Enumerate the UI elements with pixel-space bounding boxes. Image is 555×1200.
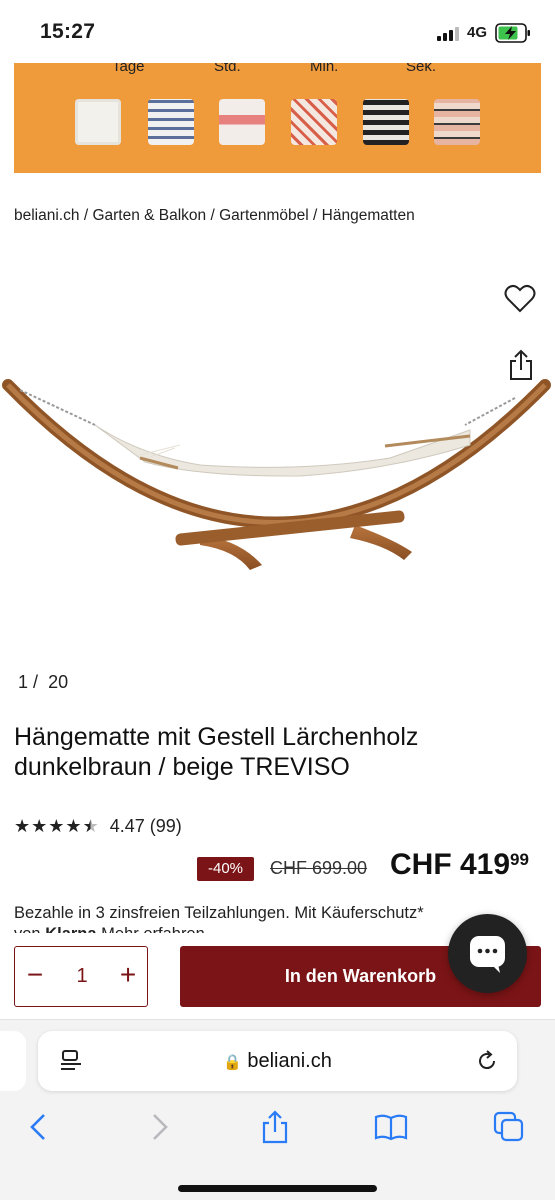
quantity-increase-button[interactable]: + [109, 947, 147, 1005]
signal-icon [437, 27, 459, 41]
star-partial-icon: ★ [82, 815, 99, 836]
product-title: Hängematte mit Gestell Lärchenholz dunke… [14, 723, 419, 781]
old-price: CHF 699.00 [270, 858, 368, 878]
discount-badge: -40% [197, 857, 254, 881]
star-full-icon: ★ [14, 815, 31, 836]
product-rating[interactable]: ★ ★ ★ ★ ★ 4.47 (99) [14, 814, 182, 838]
status-time: 15:27 [40, 20, 96, 43]
tabs-icon[interactable] [492, 1110, 526, 1144]
browser-toolbar: 🔒 beliani.ch [0, 1019, 555, 1200]
countdown-label-hours: Std. [214, 63, 241, 75]
chat-button[interactable] [448, 914, 527, 993]
breadcrumb-garden-furniture[interactable]: Gartenmöbel [219, 207, 309, 224]
breadcrumb-home[interactable]: beliani.ch [14, 207, 80, 224]
breadcrumb: beliani.ch / Garten & Balkon / Gartenmöb… [14, 207, 415, 224]
pillow-image-3 [219, 99, 265, 145]
product-image-hammock[interactable] [0, 240, 555, 660]
bookmarks-icon[interactable] [374, 1110, 408, 1144]
current-price: CHF 41999 [390, 848, 529, 881]
address-bar[interactable]: 🔒 beliani.ch [38, 1031, 517, 1091]
lock-icon: 🔒 [223, 1054, 242, 1071]
reload-icon[interactable] [475, 1049, 499, 1073]
url-text: 🔒 beliani.ch [223, 1050, 332, 1072]
forward-icon[interactable] [142, 1110, 176, 1144]
home-indicator [178, 1185, 377, 1192]
quantity-value[interactable]: 1 [55, 947, 109, 1005]
gallery-counter: 1 / 20 [18, 672, 69, 692]
network-type: 4G [467, 24, 488, 41]
wishlist-heart-icon[interactable] [504, 284, 536, 314]
share-sheet-icon[interactable] [258, 1110, 292, 1144]
countdown-label-days: Tage [112, 63, 145, 75]
battery-charging-icon [495, 23, 530, 43]
star-full-icon: ★ [31, 815, 48, 836]
share-icon[interactable] [507, 349, 535, 381]
pillow-image-5 [363, 99, 409, 145]
star-full-icon: ★ [65, 815, 82, 836]
back-icon[interactable] [22, 1110, 56, 1144]
countdown-label-minutes: Min. [310, 63, 339, 75]
pillow-image-6 [434, 99, 480, 145]
previous-tab-preview[interactable] [0, 1031, 26, 1091]
pillow-image-1 [75, 99, 121, 145]
quantity-stepper: − 1 + [14, 946, 148, 1007]
pillow-image-2 [148, 99, 194, 145]
rating-text: 4.47 (99) [109, 815, 182, 836]
status-bar: 15:27 4G [0, 0, 555, 62]
breadcrumb-garden[interactable]: Garten & Balkon [92, 207, 206, 224]
pillow-image-4 [291, 99, 337, 145]
chat-bubble-icon [470, 936, 505, 973]
star-full-icon: ★ [48, 815, 65, 836]
countdown-label-seconds: Sek. [406, 63, 437, 75]
breadcrumb-hammocks[interactable]: Hängematten [322, 207, 415, 224]
promo-banner[interactable]: Tage Std. Min. Sek. [14, 63, 541, 173]
quantity-decrease-button[interactable]: − [15, 947, 55, 1005]
